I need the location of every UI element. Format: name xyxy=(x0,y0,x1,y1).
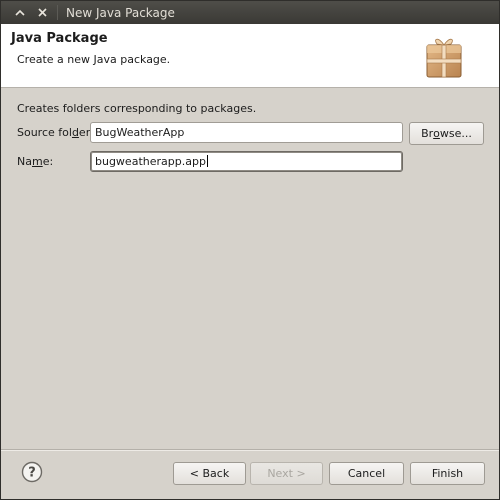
finish-button[interactable]: Finish xyxy=(410,462,485,485)
name-label: Name: xyxy=(17,155,54,168)
svg-text:?: ? xyxy=(28,466,36,481)
text-caret xyxy=(206,155,208,167)
help-icon[interactable]: ? xyxy=(21,461,43,483)
title-separator xyxy=(57,5,58,20)
package-name-field[interactable]: bugweatherapp.app xyxy=(90,151,403,172)
title-bar: New Java Package xyxy=(1,1,499,24)
browse-button[interactable]: Br o wse... xyxy=(409,122,484,145)
close-icon[interactable] xyxy=(33,4,51,22)
package-icon xyxy=(423,35,465,79)
source-folder-label: Source folder: xyxy=(17,126,94,139)
back-button[interactable]: < Back xyxy=(173,462,246,485)
wizard-banner: Java Package Create a new Java package. xyxy=(1,24,499,88)
window-title: New Java Package xyxy=(66,5,175,20)
chevron-up-icon[interactable] xyxy=(11,4,29,22)
page-title: Java Package xyxy=(11,31,108,46)
source-folder-field[interactable]: BugWeatherApp xyxy=(90,122,403,143)
next-button[interactable]: Next > xyxy=(250,462,323,485)
intro-text: Creates folders corresponding to package… xyxy=(17,102,257,115)
footer-divider xyxy=(1,449,499,451)
dialog-window: New Java Package Java Package Create a n… xyxy=(0,0,500,500)
page-description: Create a new Java package. xyxy=(17,53,171,66)
cancel-button[interactable]: Cancel xyxy=(329,462,404,485)
